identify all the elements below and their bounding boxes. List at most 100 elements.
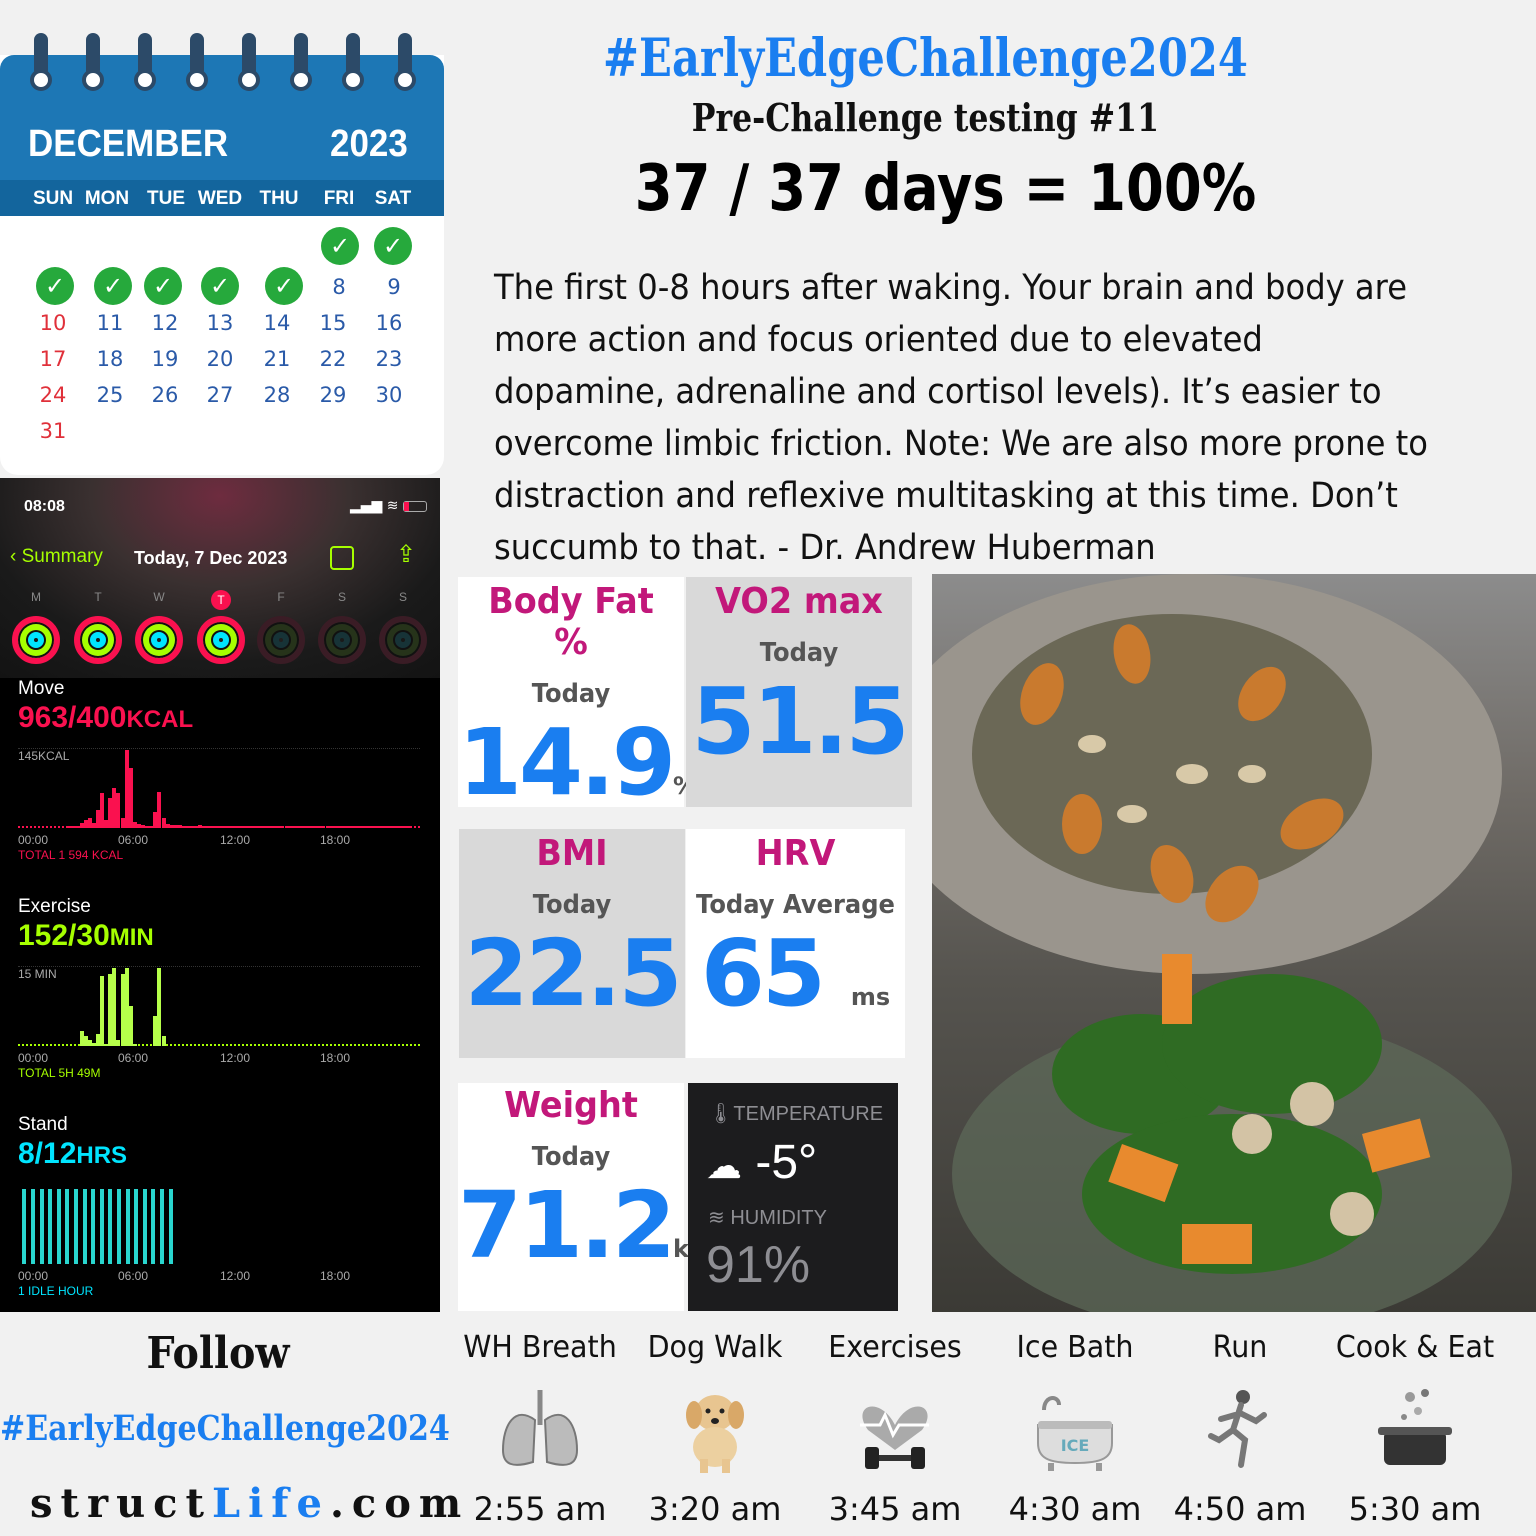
days-progress: 37 / 37 days = 100% (634, 152, 1257, 226)
calendar-day: 14 (263, 311, 291, 335)
chart-bar (407, 826, 412, 828)
weekday-tue: TUE (147, 188, 185, 209)
chart-bar (112, 968, 117, 1046)
binder-ring (342, 33, 364, 95)
activity-ring-thu[interactable] (197, 616, 245, 664)
card-title: HRV (755, 833, 836, 874)
food-photo (932, 574, 1536, 1312)
card-title: VO2 max (715, 581, 883, 622)
chart-bar (30, 1189, 35, 1264)
activity-run: Run 4:50 am (1173, 1330, 1307, 1528)
week-label: F (277, 590, 285, 604)
runner-icon (1208, 1390, 1267, 1468)
week-label: M (31, 590, 41, 604)
calendar-header: DECEMBER 2023 (0, 33, 444, 180)
chart-bar (161, 1036, 166, 1046)
chart-bar (100, 976, 104, 1046)
calendar-day: 31 (39, 419, 67, 443)
activity-ring-fri[interactable] (257, 616, 305, 664)
calendar: DECEMBER 2023 SUN MON TUE WED THU FRI SA… (0, 33, 444, 475)
check-icon: ✓ (94, 267, 132, 305)
hrv-card: HRV Today Average 65 ms (686, 829, 905, 1058)
tick: 12:00 (220, 833, 251, 847)
check-icon: ✓ (321, 227, 359, 265)
tick: 00:00 (18, 1051, 49, 1065)
fitness-app-screenshot: 08:08 ▂▄▆ ≋ ‹ Summary Today, 7 Dec 2023 … (0, 478, 440, 1312)
calendar-day: 27 (206, 383, 234, 407)
status-icons: ▂▄▆ ≋ (350, 498, 427, 514)
svg-text:ICE: ICE (1061, 1436, 1090, 1455)
unit: ms (850, 983, 891, 1011)
calendar-day: 15 (319, 311, 347, 335)
tick: 12:00 (220, 1269, 251, 1283)
activity-ring-sat[interactable] (318, 616, 366, 664)
hrv-value: 65 (700, 920, 826, 1027)
temperature-label: 🌡TEMPERATURE (708, 1103, 884, 1125)
move-value: 963/400KCAL (18, 701, 194, 734)
chart-bar (142, 1189, 147, 1264)
weather-widget: 🌡TEMPERATURE ☁ -5° ≋ HUMIDITY 91% (688, 1083, 898, 1311)
binder-ring (290, 33, 312, 95)
back-button[interactable]: ‹ Summary (10, 546, 103, 568)
card-subtitle: Today Average (696, 890, 895, 920)
chart-bar (168, 1189, 173, 1264)
move-chart (18, 748, 420, 828)
chart-bar (116, 1189, 121, 1264)
calendar-year: 2023 (330, 123, 408, 165)
chart-bar (73, 1189, 78, 1264)
week-label: S (398, 590, 407, 604)
activity-ring-wed[interactable] (135, 616, 183, 664)
tick: 06:00 (118, 833, 149, 847)
activity-ring-tue[interactable] (74, 616, 122, 664)
calendar-month: DECEMBER (28, 123, 229, 165)
calendar-day: 18 (96, 347, 124, 371)
week-label-today[interactable]: T (197, 590, 245, 610)
vo2-value: 51.5 (691, 668, 910, 775)
exercise-total: TOTAL 5H 49M (18, 1066, 101, 1080)
calendar-day: 30 (375, 383, 403, 407)
tick: 18:00 (320, 1051, 351, 1065)
temperature-value: ☁ -5° (706, 1136, 818, 1189)
tick: 18:00 (320, 1269, 351, 1283)
follow-hashtag[interactable]: #EarlyEdgeChallenge2024 (0, 1408, 450, 1449)
binder-ring (394, 33, 416, 95)
calendar-day: 25 (96, 383, 124, 407)
calendar-icon[interactable] (330, 546, 354, 570)
humidity-label: ≋ HUMIDITY (708, 1207, 827, 1229)
website-link[interactable]: structLife.com (30, 1480, 469, 1527)
challenge-hashtag: #EarlyEdgeChallenge2024 (602, 28, 1248, 89)
tick: 06:00 (118, 1269, 149, 1283)
ice-bath-icon: ICE (1037, 1396, 1113, 1471)
binder-ring (134, 33, 156, 95)
week-label: S (337, 590, 346, 604)
weekday-thu: THU (259, 188, 299, 209)
activity-ring-mon[interactable] (12, 616, 60, 664)
share-icon[interactable]: ⇪ (396, 540, 416, 568)
activity-ring-sun[interactable] (379, 616, 427, 664)
chart-bar (157, 968, 162, 1046)
activity-wh-breath: WH Breath 2:55 am (463, 1330, 617, 1528)
card-subtitle: Today (531, 1142, 611, 1172)
calendar-day: 23 (375, 347, 403, 371)
activity-dog-walk: Dog Walk 3:20 am (647, 1330, 783, 1528)
week-label: W (153, 590, 165, 604)
chart-bar (128, 768, 133, 828)
activity-ice-bath: Ice Bath ICE 4:30 am (1008, 1330, 1142, 1528)
calendar-day: 13 (206, 311, 234, 335)
calendar-day: 17 (39, 347, 67, 371)
card-title: Weight (504, 1085, 638, 1126)
tick: 00:00 (18, 1269, 49, 1283)
binder-ring (82, 33, 104, 95)
vo2-card: VO2 max Today 51.5 (686, 577, 912, 807)
chart-bar (91, 1189, 96, 1264)
weekday-sun: SUN (32, 188, 74, 209)
week-label: T (94, 590, 102, 604)
chart-bar (128, 1006, 133, 1046)
binder-ring (30, 33, 52, 95)
bodyfat-value: 14.9 (458, 709, 676, 816)
quote-text: The first 0-8 hours after waking. Your b… (494, 268, 1428, 568)
follow-label: Follow (146, 1328, 290, 1379)
weight-value: 71.2 (458, 1172, 676, 1279)
binder-ring (186, 33, 208, 95)
stand-label: Stand (18, 1114, 68, 1135)
